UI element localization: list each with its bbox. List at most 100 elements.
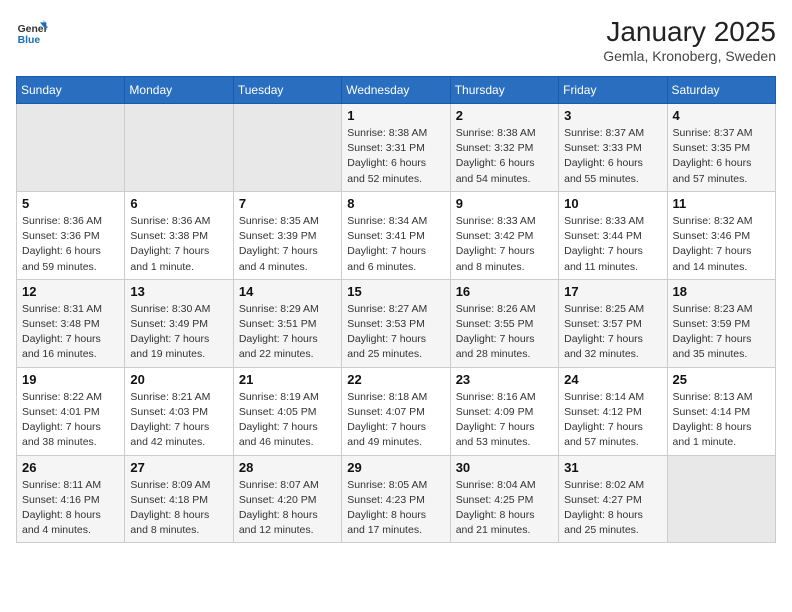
day-info: Sunrise: 8:38 AMSunset: 3:32 PMDaylight:… [456, 126, 553, 187]
calendar-cell: 2 Sunrise: 8:38 AMSunset: 3:32 PMDaylight… [450, 104, 558, 192]
calendar-cell: 12Sunrise: 8:31 AMSunset: 3:48 PMDayligh… [17, 279, 125, 367]
day-info: Sunrise: 8:27 AMSunset: 3:53 PMDaylight:… [347, 302, 444, 363]
day-info: Sunrise: 8:11 AMSunset: 4:16 PMDaylight:… [22, 478, 119, 539]
calendar-cell [17, 104, 125, 192]
location: Gemla, Kronoberg, Sweden [603, 48, 776, 64]
logo-icon: General Blue [16, 16, 48, 48]
calendar-cell: 25 Sunrise: 8:13 AMSunset: 4:14 PMDayligh… [667, 367, 775, 455]
title-block: January 2025 Gemla, Kronoberg, Sweden [603, 16, 776, 64]
day-info: Sunrise: 8:13 AMSunset: 4:14 PMDaylight:… [673, 390, 770, 451]
calendar-cell: 11 Sunrise: 8:32 AMSunset: 3:46 PMDayligh… [667, 191, 775, 279]
weekday-header-sunday: Sunday [17, 77, 125, 104]
calendar-cell: 5 Sunrise: 8:36 AMSunset: 3:36 PMDaylight… [17, 191, 125, 279]
day-info: Sunrise: 8:05 AMSunset: 4:23 PMDaylight:… [347, 478, 444, 539]
day-info: Sunrise: 8:18 AMSunset: 4:07 PMDaylight:… [347, 390, 444, 451]
weekday-header-thursday: Thursday [450, 77, 558, 104]
day-info: Sunrise: 8:23 AMSunset: 3:59 PMDaylight:… [673, 302, 770, 363]
week-row-3: 12Sunrise: 8:31 AMSunset: 3:48 PMDayligh… [17, 279, 776, 367]
month-title: January 2025 [603, 16, 776, 48]
day-info: Sunrise: 8:37 AMSunset: 3:33 PMDaylight:… [564, 126, 661, 187]
calendar-cell: 10 Sunrise: 8:33 AMSunset: 3:44 PMDayligh… [559, 191, 667, 279]
day-info: Sunrise: 8:38 AMSunset: 3:31 PMDaylight:… [347, 126, 444, 187]
day-number: 21 [239, 372, 336, 387]
day-info: Sunrise: 8:26 AMSunset: 3:55 PMDaylight:… [456, 302, 553, 363]
day-number: 1 [347, 108, 444, 123]
weekday-header-monday: Monday [125, 77, 233, 104]
calendar-cell: 26 Sunrise: 8:11 AMSunset: 4:16 PMDayligh… [17, 455, 125, 543]
day-info: Sunrise: 8:30 AMSunset: 3:49 PMDaylight:… [130, 302, 227, 363]
day-number: 23 [456, 372, 553, 387]
day-info: Sunrise: 8:22 AMSunset: 4:01 PMDaylight:… [22, 390, 119, 451]
day-info: Sunrise: 8:21 AMSunset: 4:03 PMDaylight:… [130, 390, 227, 451]
day-number: 14 [239, 284, 336, 299]
day-info: Sunrise: 8:07 AMSunset: 4:20 PMDaylight:… [239, 478, 336, 539]
calendar-cell [125, 104, 233, 192]
day-number: 27 [130, 460, 227, 475]
calendar-cell: 7Sunrise: 8:35 AMSunset: 3:39 PMDaylight… [233, 191, 341, 279]
day-number: 13 [130, 284, 227, 299]
day-info: Sunrise: 8:36 AMSunset: 3:36 PMDaylight:… [22, 214, 119, 275]
calendar-cell: 3 Sunrise: 8:37 AMSunset: 3:33 PMDaylight… [559, 104, 667, 192]
day-info: Sunrise: 8:36 AMSunset: 3:38 PMDaylight:… [130, 214, 227, 275]
calendar-cell: 1 Sunrise: 8:38 AMSunset: 3:31 PMDaylight… [342, 104, 450, 192]
day-number: 15 [347, 284, 444, 299]
day-info: Sunrise: 8:33 AMSunset: 3:44 PMDaylight:… [564, 214, 661, 275]
logo: General Blue [16, 16, 48, 48]
day-info: Sunrise: 8:34 AMSunset: 3:41 PMDaylight:… [347, 214, 444, 275]
calendar-cell: 14 Sunrise: 8:29 AMSunset: 3:51 PMDayligh… [233, 279, 341, 367]
day-info: Sunrise: 8:16 AMSunset: 4:09 PMDaylight:… [456, 390, 553, 451]
day-info: Sunrise: 8:04 AMSunset: 4:25 PMDaylight:… [456, 478, 553, 539]
day-number: 8 [347, 196, 444, 211]
calendar-cell: 28 Sunrise: 8:07 AMSunset: 4:20 PMDayligh… [233, 455, 341, 543]
calendar-cell: 8 Sunrise: 8:34 AMSunset: 3:41 PMDaylight… [342, 191, 450, 279]
day-number: 24 [564, 372, 661, 387]
calendar-cell: 15 Sunrise: 8:27 AMSunset: 3:53 PMDayligh… [342, 279, 450, 367]
week-row-1: 1 Sunrise: 8:38 AMSunset: 3:31 PMDaylight… [17, 104, 776, 192]
calendar-cell: 19 Sunrise: 8:22 AMSunset: 4:01 PMDayligh… [17, 367, 125, 455]
calendar-cell: 21 Sunrise: 8:19 AMSunset: 4:05 PMDayligh… [233, 367, 341, 455]
week-row-2: 5 Sunrise: 8:36 AMSunset: 3:36 PMDaylight… [17, 191, 776, 279]
calendar-cell: 27Sunrise: 8:09 AMSunset: 4:18 PMDayligh… [125, 455, 233, 543]
day-number: 3 [564, 108, 661, 123]
day-number: 5 [22, 196, 119, 211]
weekday-header-friday: Friday [559, 77, 667, 104]
day-info: Sunrise: 8:35 AMSunset: 3:39 PMDaylight:… [239, 214, 336, 275]
day-number: 2 [456, 108, 553, 123]
calendar-cell: 23 Sunrise: 8:16 AMSunset: 4:09 PMDayligh… [450, 367, 558, 455]
day-number: 29 [347, 460, 444, 475]
day-number: 19 [22, 372, 119, 387]
calendar-cell: 4 Sunrise: 8:37 AMSunset: 3:35 PMDaylight… [667, 104, 775, 192]
calendar-body: 1 Sunrise: 8:38 AMSunset: 3:31 PMDaylight… [17, 104, 776, 543]
weekday-header-row: SundayMondayTuesdayWednesdayThursdayFrid… [17, 77, 776, 104]
calendar-cell: 17Sunrise: 8:25 AMSunset: 3:57 PMDayligh… [559, 279, 667, 367]
week-row-4: 19 Sunrise: 8:22 AMSunset: 4:01 PMDayligh… [17, 367, 776, 455]
day-info: Sunrise: 8:31 AMSunset: 3:48 PMDaylight:… [22, 302, 119, 363]
calendar-cell [667, 455, 775, 543]
day-number: 25 [673, 372, 770, 387]
day-info: Sunrise: 8:32 AMSunset: 3:46 PMDaylight:… [673, 214, 770, 275]
calendar-cell: 6Sunrise: 8:36 AMSunset: 3:38 PMDaylight… [125, 191, 233, 279]
day-info: Sunrise: 8:37 AMSunset: 3:35 PMDaylight:… [673, 126, 770, 187]
week-row-5: 26 Sunrise: 8:11 AMSunset: 4:16 PMDayligh… [17, 455, 776, 543]
day-info: Sunrise: 8:33 AMSunset: 3:42 PMDaylight:… [456, 214, 553, 275]
day-number: 10 [564, 196, 661, 211]
day-number: 28 [239, 460, 336, 475]
day-number: 26 [22, 460, 119, 475]
weekday-header-tuesday: Tuesday [233, 77, 341, 104]
day-info: Sunrise: 8:29 AMSunset: 3:51 PMDaylight:… [239, 302, 336, 363]
day-number: 18 [673, 284, 770, 299]
weekday-header-saturday: Saturday [667, 77, 775, 104]
svg-text:Blue: Blue [18, 35, 41, 46]
calendar-cell: 20 Sunrise: 8:21 AMSunset: 4:03 PMDayligh… [125, 367, 233, 455]
calendar-cell: 29 Sunrise: 8:05 AMSunset: 4:23 PMDayligh… [342, 455, 450, 543]
day-number: 4 [673, 108, 770, 123]
day-number: 9 [456, 196, 553, 211]
day-info: Sunrise: 8:14 AMSunset: 4:12 PMDaylight:… [564, 390, 661, 451]
day-number: 16 [456, 284, 553, 299]
day-number: 20 [130, 372, 227, 387]
day-info: Sunrise: 8:19 AMSunset: 4:05 PMDaylight:… [239, 390, 336, 451]
day-number: 11 [673, 196, 770, 211]
day-number: 17 [564, 284, 661, 299]
day-number: 22 [347, 372, 444, 387]
day-number: 30 [456, 460, 553, 475]
